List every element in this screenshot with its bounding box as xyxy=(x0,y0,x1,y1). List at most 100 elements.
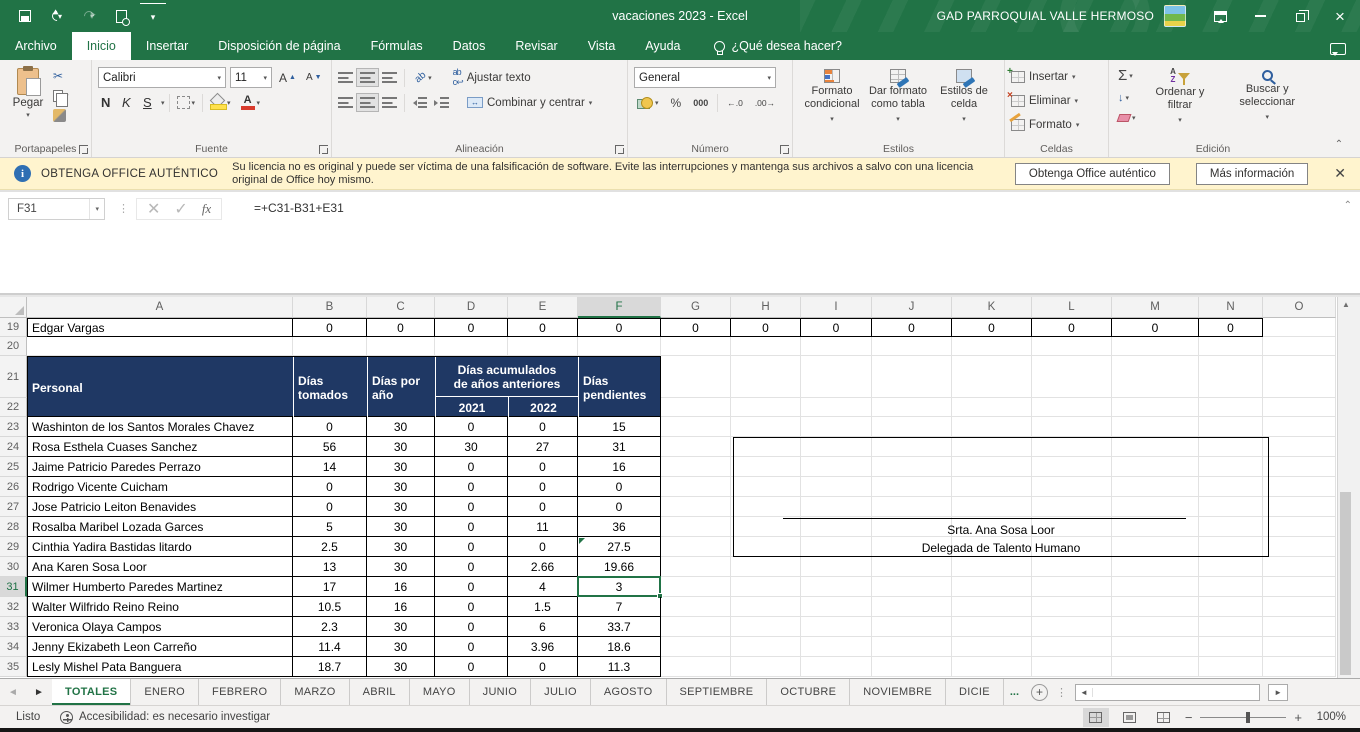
collapse-ribbon-icon[interactable]: ⌃ xyxy=(1330,139,1348,153)
cell-N20[interactable] xyxy=(1199,337,1263,356)
save-button[interactable] xyxy=(12,3,38,29)
cell-B33[interactable]: 2.3 xyxy=(293,617,367,637)
fill-color-button[interactable]: ▾ xyxy=(207,93,234,112)
cell-A32[interactable]: Walter Wilfrido Reino Reino xyxy=(27,597,293,617)
row-header-19[interactable]: 19 xyxy=(0,318,27,337)
account-name[interactable]: GAD PARROQUIAL VALLE HERMOSO xyxy=(937,9,1154,23)
underline-button[interactable]: S xyxy=(140,93,157,112)
accounting-format-button[interactable]: ▾ xyxy=(634,94,662,112)
cell-A35[interactable]: Lesly Mishel Pata Banguera xyxy=(27,657,293,677)
cell-E20[interactable] xyxy=(508,337,578,356)
cell-N19[interactable]: 0 xyxy=(1199,318,1263,337)
cell-G25[interactable] xyxy=(661,457,731,477)
cell-K23[interactable] xyxy=(952,417,1032,437)
column-header-O[interactable]: O xyxy=(1263,297,1336,318)
cell-B20[interactable] xyxy=(293,337,367,356)
cell-O26[interactable] xyxy=(1263,477,1336,497)
cell-N22[interactable] xyxy=(1199,398,1263,417)
format-as-table-button[interactable]: Dar formato como tabla ▾ xyxy=(865,65,931,126)
cell-F28[interactable]: 36 xyxy=(578,517,661,537)
column-header-A[interactable]: A xyxy=(27,297,293,318)
sheet-tab-mayo[interactable]: MAYO xyxy=(410,679,470,705)
autosum-button[interactable]: Σ▾ xyxy=(1115,67,1139,84)
cell-I35[interactable] xyxy=(801,657,872,677)
row-header-23[interactable]: 23 xyxy=(0,417,27,437)
cell-F25[interactable]: 16 xyxy=(578,457,661,477)
header-cell-2022[interactable]: 2022 xyxy=(509,396,579,418)
cell-A23[interactable]: Washinton de los Santos Morales Chavez xyxy=(27,417,293,437)
cell-L33[interactable] xyxy=(1032,617,1112,637)
cell-K31[interactable] xyxy=(952,577,1032,597)
cell-O20[interactable] xyxy=(1263,337,1336,356)
cell-C34[interactable]: 30 xyxy=(367,637,435,657)
cell-A25[interactable]: Jaime Patricio Paredes Perrazo xyxy=(27,457,293,477)
cell-G20[interactable] xyxy=(661,337,731,356)
decrease-decimal-button[interactable]: .00→ xyxy=(752,96,778,110)
cell-G22[interactable] xyxy=(661,398,731,417)
cell-G34[interactable] xyxy=(661,637,731,657)
zoom-in-button[interactable]: + xyxy=(1294,710,1302,725)
cell-D24[interactable]: 30 xyxy=(435,437,508,457)
cell-J33[interactable] xyxy=(872,617,952,637)
scroll-up-icon[interactable]: ▲ xyxy=(1342,300,1350,309)
sheet-tab-totales[interactable]: TOTALES xyxy=(52,679,131,705)
menu-tab-revisar[interactable]: Revisar xyxy=(500,32,572,60)
menu-tab-vista[interactable]: Vista xyxy=(573,32,631,60)
undo-button[interactable]: ▾ xyxy=(44,3,70,29)
decrease-indent-icon[interactable] xyxy=(412,97,427,108)
cell-N33[interactable] xyxy=(1199,617,1263,637)
paste-button[interactable]: Pegar ▾ xyxy=(6,65,50,124)
cell-F32[interactable]: 7 xyxy=(578,597,661,617)
cell-I30[interactable] xyxy=(801,557,872,577)
cell-D27[interactable]: 0 xyxy=(435,497,508,517)
increase-font-button[interactable]: A▲ xyxy=(276,69,299,87)
cell-H23[interactable] xyxy=(731,417,801,437)
cell-A20[interactable] xyxy=(27,337,293,356)
cell-M35[interactable] xyxy=(1112,657,1199,677)
cell-D19[interactable]: 0 xyxy=(435,318,508,337)
close-button[interactable]: × xyxy=(1320,0,1360,32)
cell-K20[interactable] xyxy=(952,337,1032,356)
cell-N32[interactable] xyxy=(1199,597,1263,617)
ribbon-display-options-button[interactable] xyxy=(1200,0,1240,32)
view-page-layout-button[interactable] xyxy=(1117,708,1143,727)
cell-L20[interactable] xyxy=(1032,337,1112,356)
cell-H32[interactable] xyxy=(731,597,801,617)
cell-G26[interactable] xyxy=(661,477,731,497)
column-header-N[interactable]: N xyxy=(1199,297,1263,318)
copy-button[interactable]: ▾ xyxy=(50,88,72,104)
cell-K22[interactable] xyxy=(952,398,1032,417)
cell-D28[interactable]: 0 xyxy=(435,517,508,537)
cell-F23[interactable]: 15 xyxy=(578,417,661,437)
sheet-tab-febrero[interactable]: FEBRERO xyxy=(199,679,281,705)
sheet-tab-junio[interactable]: JUNIO xyxy=(470,679,532,705)
cell-I22[interactable] xyxy=(801,398,872,417)
view-page-break-button[interactable] xyxy=(1151,708,1177,727)
cell-M31[interactable] xyxy=(1112,577,1199,597)
comment-icon[interactable] xyxy=(1330,43,1346,55)
cell-B25[interactable]: 14 xyxy=(293,457,367,477)
format-painter-button[interactable] xyxy=(50,107,72,124)
cell-I32[interactable] xyxy=(801,597,872,617)
cell-F29[interactable]: 27.5 xyxy=(578,537,661,557)
cell-I34[interactable] xyxy=(801,637,872,657)
row-header-34[interactable]: 34 xyxy=(0,637,27,657)
cell-E25[interactable]: 0 xyxy=(508,457,578,477)
cell-B30[interactable]: 13 xyxy=(293,557,367,577)
header-cell-2021[interactable]: 2021 xyxy=(436,396,509,418)
row-header-30[interactable]: 30 xyxy=(0,557,27,577)
formula-bar-grip[interactable]: ⋮ xyxy=(118,202,129,215)
cell-H22[interactable] xyxy=(731,398,801,417)
cell-A33[interactable]: Veronica Olaya Campos xyxy=(27,617,293,637)
cell-J31[interactable] xyxy=(872,577,952,597)
cell-O22[interactable] xyxy=(1263,398,1336,417)
cell-C33[interactable]: 30 xyxy=(367,617,435,637)
get-office-button[interactable]: Obtenga Office auténtico xyxy=(1015,163,1170,185)
scroll-right-icon[interactable]: ► xyxy=(1268,684,1288,701)
row-header-21[interactable]: 21 xyxy=(0,356,27,398)
cell-O24[interactable] xyxy=(1263,437,1336,457)
cell-I31[interactable] xyxy=(801,577,872,597)
cell-H33[interactable] xyxy=(731,617,801,637)
collapse-formula-bar-icon[interactable]: ⌃ xyxy=(1344,200,1352,211)
sheet-tabs-overflow[interactable]: ... xyxy=(1004,679,1025,705)
